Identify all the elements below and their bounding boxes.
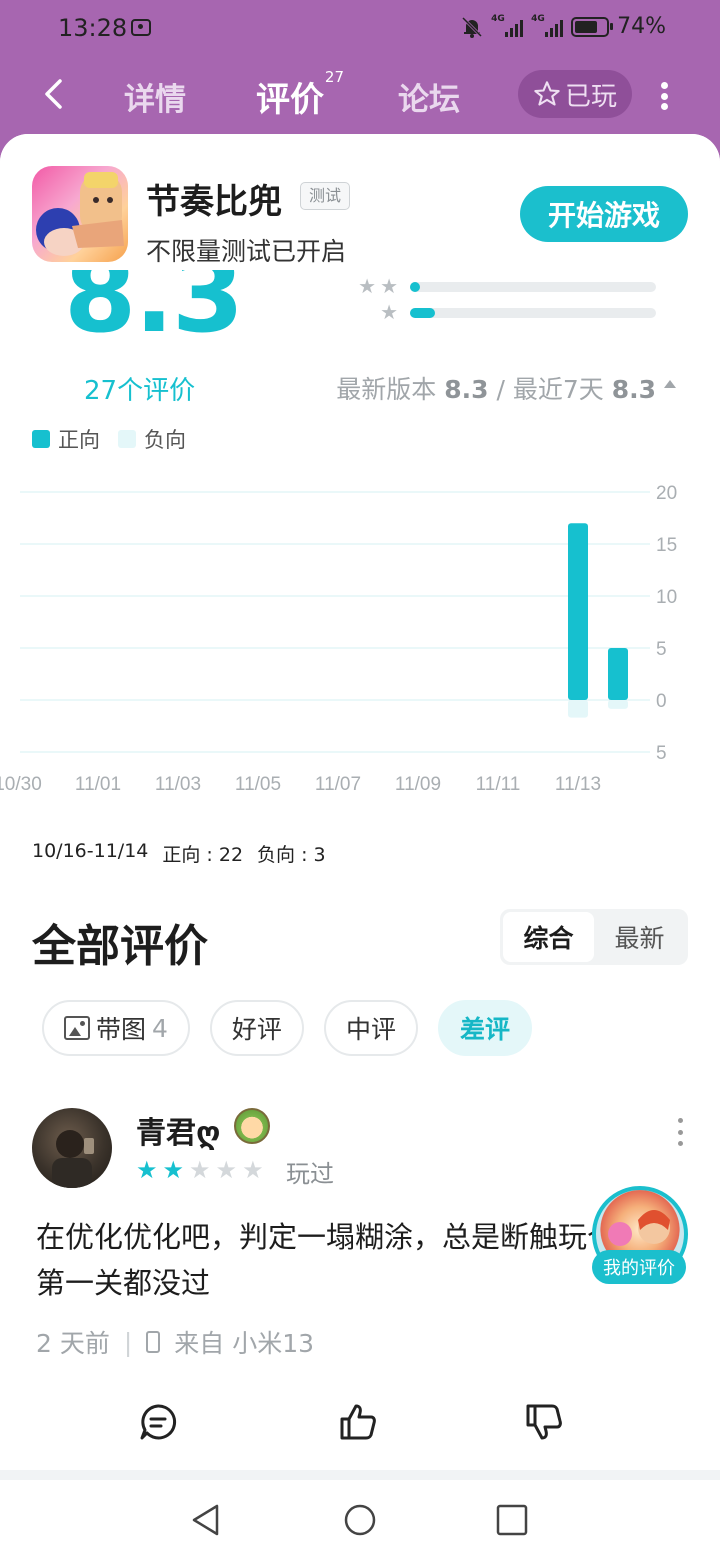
signal-icon-1: 4G xyxy=(491,14,524,37)
filter-negative[interactable]: 差评 xyxy=(437,1000,532,1056)
rating-star: ★ xyxy=(136,1156,158,1184)
top-nav: 详情 评价 27 论坛 已玩 xyxy=(0,56,720,134)
review-actions xyxy=(0,1394,720,1454)
filter-positive[interactable]: 好评 xyxy=(209,1000,304,1056)
nav-back-icon[interactable] xyxy=(188,1502,224,1538)
star-row-label: ★ xyxy=(380,300,402,324)
sort-latest[interactable]: 最新 xyxy=(594,912,685,962)
tab-forum[interactable]: 论坛 xyxy=(398,74,460,119)
filter-neutral[interactable]: 中评 xyxy=(323,1000,418,1056)
x-tick-label: 11/11 xyxy=(476,774,521,795)
played-button[interactable]: 已玩 xyxy=(518,70,632,118)
star-row-2: ★★ xyxy=(320,274,660,300)
x-tick-label: 11/07 xyxy=(315,774,361,795)
section-divider xyxy=(0,1470,720,1480)
avatar[interactable] xyxy=(32,1108,112,1188)
review-more-icon[interactable] xyxy=(676,1118,684,1146)
review-device: 来自 小米13 xyxy=(174,1329,315,1358)
status-bar: 13:28 4G 4G 74% xyxy=(0,0,720,56)
review-time: 2 天前 xyxy=(36,1329,110,1358)
nav-recents-icon[interactable] xyxy=(494,1502,530,1538)
chart-summary: 10/16-11/14 正向 : 22 负向 : 3 xyxy=(32,840,326,867)
played-tag: 玩过 xyxy=(286,1160,334,1188)
y-tick-label: 10 xyxy=(656,587,677,608)
review-username[interactable]: 青君ღ xyxy=(136,1108,220,1152)
review-count-link[interactable]: 27个评价 xyxy=(84,370,195,407)
x-tick-label: 11/05 xyxy=(235,774,281,795)
x-tick-label: 11/03 xyxy=(155,774,201,795)
legend-positive: 正向 xyxy=(58,428,100,452)
chart-summary-range: 10/16-11/14 xyxy=(32,840,149,862)
review-meta: 2 天前 | 来自 小米13 xyxy=(36,1324,314,1360)
sort-toggle: 综合 最新 xyxy=(500,909,688,965)
y-tick-label: 5 xyxy=(656,743,667,764)
nav-home-icon[interactable] xyxy=(342,1502,378,1538)
image-icon xyxy=(64,1016,90,1040)
thumbs-down-icon[interactable] xyxy=(524,1402,564,1442)
star-outline-icon xyxy=(534,81,560,106)
game-app-icon[interactable] xyxy=(32,166,128,262)
phone-icon xyxy=(146,1331,161,1353)
x-tick-label: 10/30 xyxy=(0,774,42,795)
y-tick-label: 15 xyxy=(656,535,677,556)
version-score-info[interactable]: 最新版本 8.3 / 最近7天 8.3 xyxy=(336,370,676,406)
tab-reviews[interactable]: 评价 27 xyxy=(256,68,344,121)
comment-icon[interactable] xyxy=(138,1402,178,1442)
legend-swatch-negative xyxy=(118,430,136,448)
x-tick-label: 11/09 xyxy=(395,774,441,795)
star-row-fill xyxy=(410,308,435,318)
rating-star: ★ xyxy=(215,1156,238,1184)
bell-muted-icon xyxy=(462,16,483,38)
bar-negative xyxy=(608,700,628,709)
sort-comprehensive[interactable]: 综合 xyxy=(503,912,594,962)
star-row-label: ★★ xyxy=(358,274,402,298)
star-distribution: ★★ ★ xyxy=(320,274,660,326)
back-icon[interactable] xyxy=(42,78,64,110)
review-filters: 带图 4 好评 中评 差评 xyxy=(42,1000,532,1056)
system-nav-bar xyxy=(0,1480,720,1560)
x-tick-label: 11/01 xyxy=(75,774,121,795)
caret-up-icon xyxy=(664,380,676,388)
rating-star: ★ xyxy=(189,1156,211,1184)
game-title: 节奏比兜 xyxy=(146,182,282,222)
my-review-label[interactable]: 我的评价 xyxy=(592,1250,686,1284)
game-subtitle: 不限量测试已开启 xyxy=(146,237,347,266)
test-badge: 测试 xyxy=(300,182,351,210)
battery-percent: 74% xyxy=(617,14,666,39)
bar-positive xyxy=(608,648,628,700)
rating-star: ★ xyxy=(162,1156,185,1184)
x-tick-label: 11/13 xyxy=(555,774,601,795)
y-tick-label: 5 xyxy=(656,639,667,660)
start-game-button[interactable]: 开始游戏 xyxy=(520,186,688,242)
review-trend-chart: 20 15 10 5 0 5 10/30 11/01 11/03 11/05 11/07 11/09 1… xyxy=(0,484,677,795)
y-tick-label: 20 xyxy=(656,484,677,504)
review-rating-stars: ★ ★ ★ ★ ★ xyxy=(136,1156,264,1184)
bar-negative xyxy=(568,700,588,718)
tv-icon xyxy=(131,19,151,36)
played-label: 已玩 xyxy=(564,81,617,112)
rating-star: ★ xyxy=(242,1156,264,1184)
legend-negative: 负向 xyxy=(144,428,186,452)
all-reviews-title: 全部评价 xyxy=(32,921,208,972)
legend-swatch-positive xyxy=(32,430,50,448)
more-menu-icon[interactable] xyxy=(660,82,668,110)
chart-legend: 正向 负向 xyxy=(32,424,186,454)
game-header: 节奏比兜 测试 不限量测试已开启 开始游戏 xyxy=(0,134,720,270)
y-tick-label: 0 xyxy=(656,691,667,712)
user-badge-icon xyxy=(234,1108,270,1144)
tab-reviews-count: 27 xyxy=(324,68,344,86)
tab-details[interactable]: 详情 xyxy=(124,74,186,119)
star-row-fill xyxy=(410,282,420,292)
thumbs-up-icon[interactable] xyxy=(338,1402,378,1442)
filter-with-images[interactable]: 带图 4 xyxy=(42,1000,190,1056)
chart-summary-negative: 负向 : 3 xyxy=(257,844,326,866)
battery-icon xyxy=(571,16,614,37)
bar-positive xyxy=(568,523,588,700)
star-row-1: ★ xyxy=(320,300,660,326)
chart-summary-positive: 正向 : 22 xyxy=(162,844,244,866)
review-text[interactable]: 在优化优化吧，判定一塌糊涂，总是断触玩个锤子第一关都没过 xyxy=(36,1214,686,1306)
signal-icon-2: 4G xyxy=(531,14,564,37)
status-time: 13:28 xyxy=(58,14,128,42)
